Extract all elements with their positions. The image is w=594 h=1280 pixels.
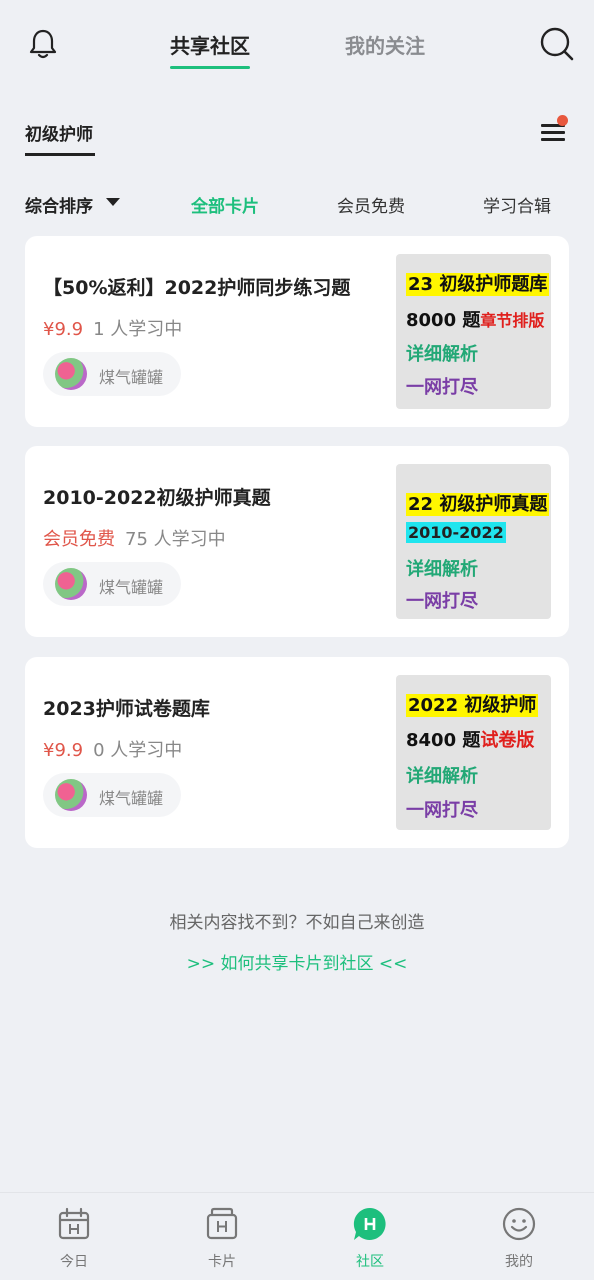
nav-label: 社区 <box>356 1254 384 1270</box>
sort-dropdown[interactable]: 综合排序 <box>25 192 93 217</box>
nav-label: 卡片 <box>208 1254 236 1270</box>
card-item[interactable]: 2010-2022初级护师真题 会员免费 75 人学习中 煤气罐罐 22 初级护师… <box>25 446 569 637</box>
thumb-line-3: 详细解析 <box>406 559 478 580</box>
card-price: ¥9.9 <box>43 740 84 761</box>
filter-all-cards[interactable]: 全部卡片 <box>191 192 259 217</box>
author-chip[interactable]: 煤气罐罐 <box>43 773 181 817</box>
thumb-line-2: 2010-2022 <box>406 522 506 543</box>
avatar <box>55 779 87 811</box>
card-title: 【50%返利】2022护师同步练习题 <box>43 277 351 299</box>
thumb-line-3: 详细解析 <box>406 344 478 365</box>
bell-icon[interactable] <box>28 28 58 60</box>
card-box-icon <box>206 1207 238 1240</box>
thumb-line-2-highlight: 章节排版 <box>480 311 545 330</box>
card-meta: 会员免费 75 人学习中 <box>43 525 226 551</box>
thumb-line-4: 一网打尽 <box>406 377 478 398</box>
nav-cards[interactable]: 卡片 <box>162 1193 282 1280</box>
thumb-line-4: 一网打尽 <box>406 591 478 612</box>
nav-today[interactable]: 今日 <box>14 1193 134 1280</box>
thumb-line-2: 8000 题 <box>406 310 481 331</box>
card-meta: ¥9.9 1 人学习中 <box>43 315 182 341</box>
search-icon[interactable] <box>539 26 575 62</box>
card-learners: 0 人学习中 <box>93 740 183 761</box>
caret-down-icon[interactable] <box>106 198 120 206</box>
card-item[interactable]: 2023护师试卷题库 ¥9.9 0 人学习中 煤气罐罐 2022 初级护师 840… <box>25 657 569 848</box>
community-icon <box>353 1207 386 1240</box>
tab-shared-community[interactable]: 共享社区 <box>170 30 250 59</box>
category-tab-indicator <box>25 153 95 156</box>
avatar <box>55 358 87 390</box>
avatar <box>55 568 87 600</box>
tab-my-following[interactable]: 我的关注 <box>345 30 425 59</box>
card-item[interactable]: 【50%返利】2022护师同步练习题 ¥9.9 1 人学习中 煤气罐罐 23 初级… <box>25 236 569 427</box>
thumb-line-1: 2022 初级护师 <box>406 694 539 717</box>
card-price: ¥9.9 <box>43 319 84 340</box>
author-chip[interactable]: 煤气罐罐 <box>43 562 181 606</box>
filter-collections[interactable]: 学习合辑 <box>483 192 551 217</box>
nav-label: 今日 <box>60 1254 88 1270</box>
empty-hint-text: 相关内容找不到？不如自己来创造 <box>169 913 425 933</box>
author-chip[interactable]: 煤气罐罐 <box>43 352 181 396</box>
category-tab[interactable]: 初级护师 <box>25 120 93 145</box>
notification-dot <box>557 115 568 126</box>
filter-row: 综合排序 全部卡片 会员免费 学习合辑 <box>0 192 594 218</box>
card-price: 会员免费 <box>43 529 115 550</box>
nav-label: 我的 <box>505 1254 533 1270</box>
thumb-line-3: 详细解析 <box>406 766 478 787</box>
card-learners: 75 人学习中 <box>125 529 226 550</box>
bottom-nav: 今日 卡片 社区 我的 <box>0 1192 594 1280</box>
card-thumbnail: 23 初级护师题库 8000 题章节排版 详细解析 一网打尽 <box>396 254 551 409</box>
card-meta: ¥9.9 0 人学习中 <box>43 736 182 762</box>
active-tab-indicator <box>170 66 250 69</box>
smiley-icon <box>502 1207 536 1241</box>
thumb-line-2-highlight: 试卷版 <box>480 730 535 751</box>
thumb-line-2: 8400 题 <box>406 730 481 751</box>
thumb-line-4: 一网打尽 <box>406 800 478 821</box>
filter-member-free[interactable]: 会员免费 <box>337 192 405 217</box>
card-title: 2010-2022初级护师真题 <box>43 487 271 509</box>
share-guide-link[interactable]: >> 如何共享卡片到社区 << <box>0 949 594 974</box>
card-title: 2023护师试卷题库 <box>43 698 210 720</box>
calendar-icon <box>58 1207 90 1240</box>
author-name: 煤气罐罐 <box>99 578 164 597</box>
nav-community[interactable]: 社区 <box>310 1193 430 1280</box>
card-learners: 1 人学习中 <box>93 319 183 340</box>
thumb-line-1: 22 初级护师真题 <box>406 493 550 516</box>
card-thumbnail: 2022 初级护师 8400 题试卷版 详细解析 一网打尽 <box>396 675 551 830</box>
nav-mine[interactable]: 我的 <box>459 1193 579 1280</box>
top-bar: 共享社区 我的关注 <box>0 0 594 90</box>
thumb-line-1: 23 初级护师题库 <box>406 273 550 296</box>
author-name: 煤气罐罐 <box>99 789 164 808</box>
card-thumbnail: 22 初级护师真题 2010-2022 详细解析 一网打尽 <box>396 464 551 619</box>
author-name: 煤气罐罐 <box>99 368 164 387</box>
